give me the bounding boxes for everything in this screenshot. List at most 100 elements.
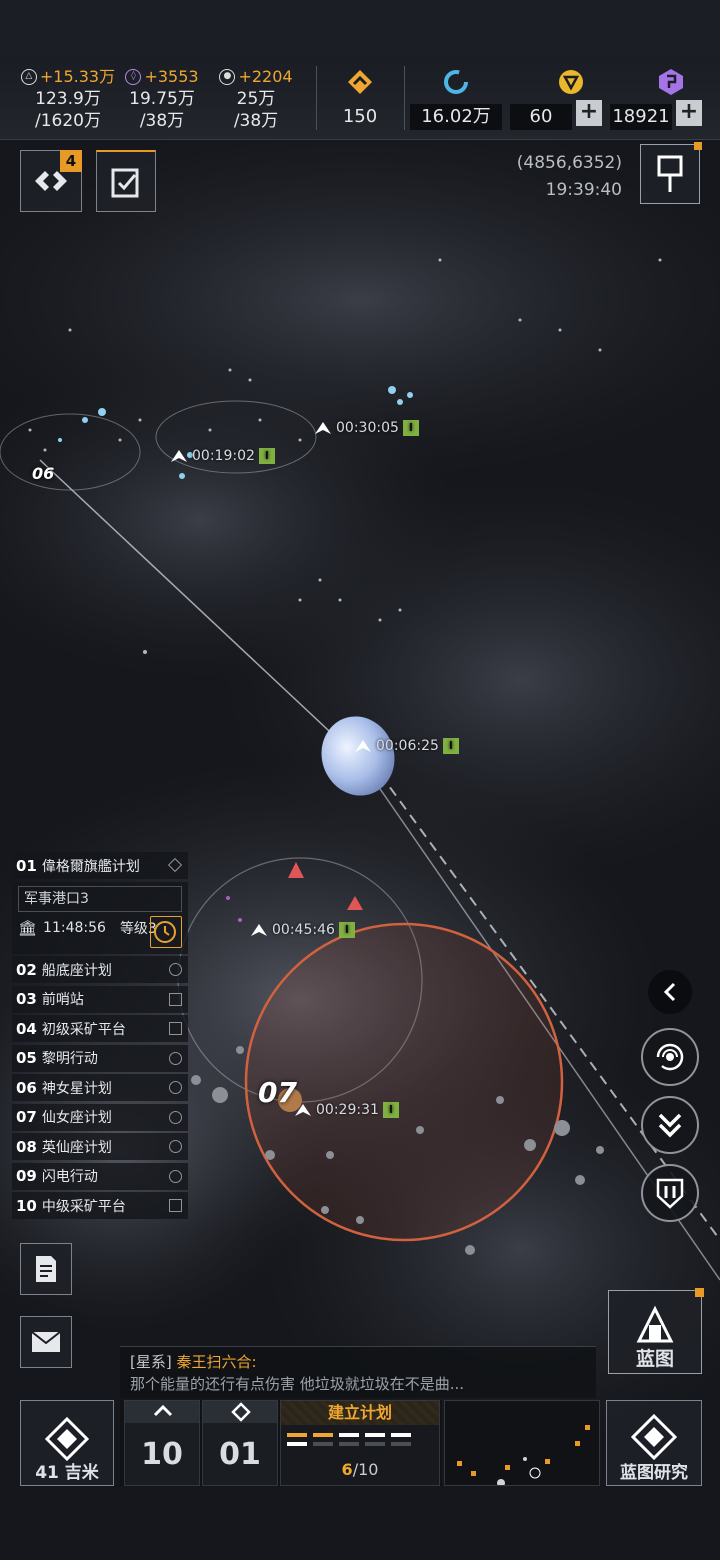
quest-item[interactable]: 05 黎明行动 [12,1044,188,1072]
blueprint-research-button[interactable]: 蓝图研究 [606,1400,702,1486]
map-coordinates: (4856,6352) 19:39:40 [517,150,622,204]
quest-status-icon [169,1110,182,1124]
minimap[interactable] [444,1400,600,1486]
fleet-count-cell[interactable]: 10 [124,1400,200,1486]
resource-crystal[interactable]: ◊ +3553 19.75万 /38万 [112,66,212,132]
quest-status-icon [169,1051,182,1065]
plan-progress-segment [391,1433,411,1437]
blueprint-research-label: 蓝图研究 [620,1463,688,1483]
quest-number: 04 [16,1019,37,1038]
alliance-button[interactable] [641,1164,699,1222]
quest-item[interactable]: 08 英仙座计划 [12,1133,188,1160]
recall-button[interactable] [641,1096,699,1154]
quest-label: 中级采矿平台 [41,1198,126,1215]
quest-item[interactable]: 06 神女星计划 [12,1074,188,1101]
fleet-timer[interactable]: 00:29:31 I [294,1102,399,1118]
plan-progress-segment [391,1442,411,1446]
chat-channel: [星系] [130,1353,172,1371]
resource-alloy[interactable]: △ +15.33万 123.9万 /1620万 [18,66,118,132]
quest-label: 黎明行动 [41,1051,98,1067]
bookmark-button[interactable] [640,142,702,204]
add-chip-button[interactable]: + [676,100,702,126]
mail-button[interactable] [20,1316,72,1368]
fleet-arrow-icon [315,422,331,434]
currency-rank[interactable]: 150 [314,66,406,130]
fleet-type-icon: I [258,448,275,464]
speedup-button[interactable] [150,915,182,948]
chevron-left-icon [663,982,676,1002]
plan-title: 建立计划 [281,1401,439,1425]
fleet-arrow-icon [295,1104,311,1116]
fleet-arrow-icon [171,450,187,462]
blueprint-label: 蓝图 [635,1348,674,1370]
build-plan-button[interactable]: 建立计划 6/10 [280,1400,440,1486]
galaxy-icon [656,1043,684,1071]
quest-location: 军事港口3 [18,885,182,912]
currency-energy[interactable]: 16.02万 [410,66,502,130]
quest-item[interactable]: 03 前哨站 [12,985,188,1013]
sector-label: 06 [32,464,55,483]
quest-item[interactable]: 07 仙女座计划 [12,1103,188,1131]
quest-number: 02 [16,960,37,979]
build-panel: 10 01 建立计划 6/10 [120,1400,442,1486]
quest-number: 09 [16,1167,37,1185]
tasks-button[interactable] [96,150,156,212]
fleet-type-icon: I [382,1102,399,1118]
quest-number: 06 [16,1078,37,1097]
building-icon: 🏛 [18,918,38,937]
quest-label: 英仙座计划 [41,1139,112,1156]
refresh-cycle-icon [444,70,468,94]
quest-label: 仙女座计划 [41,1110,112,1126]
quest-item[interactable]: 09 闪电行动 [12,1162,188,1190]
navigation-button[interactable]: 41 吉米 [20,1400,114,1486]
clipboard-check-icon [111,168,139,197]
fleet-timer[interactable]: 00:30:05 I [314,420,419,436]
collapse-button[interactable] [648,970,692,1014]
clock-speedup-icon [154,920,176,943]
distance-label: 41 吉米 [35,1463,99,1483]
quest-timer: 11:48:56 [43,919,106,936]
quest-label: 神女星计划 [41,1080,112,1097]
blueprint-button[interactable]: 蓝图 [608,1288,704,1374]
plan-progress-segment [313,1433,333,1437]
gold-triangle-icon [559,70,583,94]
quest-status-icon [169,963,182,976]
fleet-button[interactable]: 4 [20,150,82,212]
quest-number: 10 [16,1196,37,1215]
quest-status-icon [169,1022,182,1035]
plan-progress-segment [287,1433,307,1437]
quest-detail[interactable]: 军事港口3 🏛 11:48:56 等级3 [12,881,188,954]
add-gold-button[interactable]: + [576,100,602,126]
quest-item[interactable]: 01 偉格爾旗艦计划 [12,852,188,879]
quest-item[interactable]: 10 中级采矿平台 [12,1192,188,1219]
currency-gold[interactable]: 60 + [510,66,602,130]
quest-item[interactable]: 02 船底座计划 [12,956,188,983]
quest-label: 闪电行动 [41,1169,98,1185]
plan-progress-bar [287,1433,411,1446]
chat-message: 那个能量的还行有点伤害 他垃圾就垃圾在不是曲... [130,1375,465,1393]
fleet-timer[interactable]: 00:06:25 I [354,738,459,754]
gas-icon: ● [219,69,236,85]
document-icon [36,1256,56,1282]
fleet-type-icon: I [338,922,355,938]
envelope-icon [31,1331,61,1352]
plan-progress-segment [365,1442,385,1446]
fleet-timer[interactable]: 00:45:46 I [250,922,355,938]
currency-chip[interactable]: 18921 + [610,66,702,130]
galaxy-button[interactable] [641,1028,699,1086]
log-button[interactable] [20,1243,72,1295]
chat-preview[interactable]: [星系] 秦王扫六合: 那个能量的还行有点伤害 他垃圾就垃圾在不是曲... [120,1346,596,1398]
quest-status-icon [169,1169,182,1183]
fleet-timer[interactable]: 00:19:02 I [170,448,275,464]
resource-gas[interactable]: ● +2204 25万 /38万 [206,66,306,132]
quest-item[interactable]: 04 初级采矿平台 [12,1015,188,1042]
quest-number: 05 [16,1049,37,1067]
fleet-type-icon: I [402,420,419,436]
quest-status-icon [169,992,182,1006]
shield-bars-icon [656,1178,684,1209]
station-count-cell[interactable]: 01 [202,1400,278,1486]
plan-progress-segment [339,1442,359,1446]
purple-chip-icon [659,69,683,95]
chat-sender: 秦王扫六合: [176,1353,257,1371]
plan-progress-segment [339,1433,359,1437]
